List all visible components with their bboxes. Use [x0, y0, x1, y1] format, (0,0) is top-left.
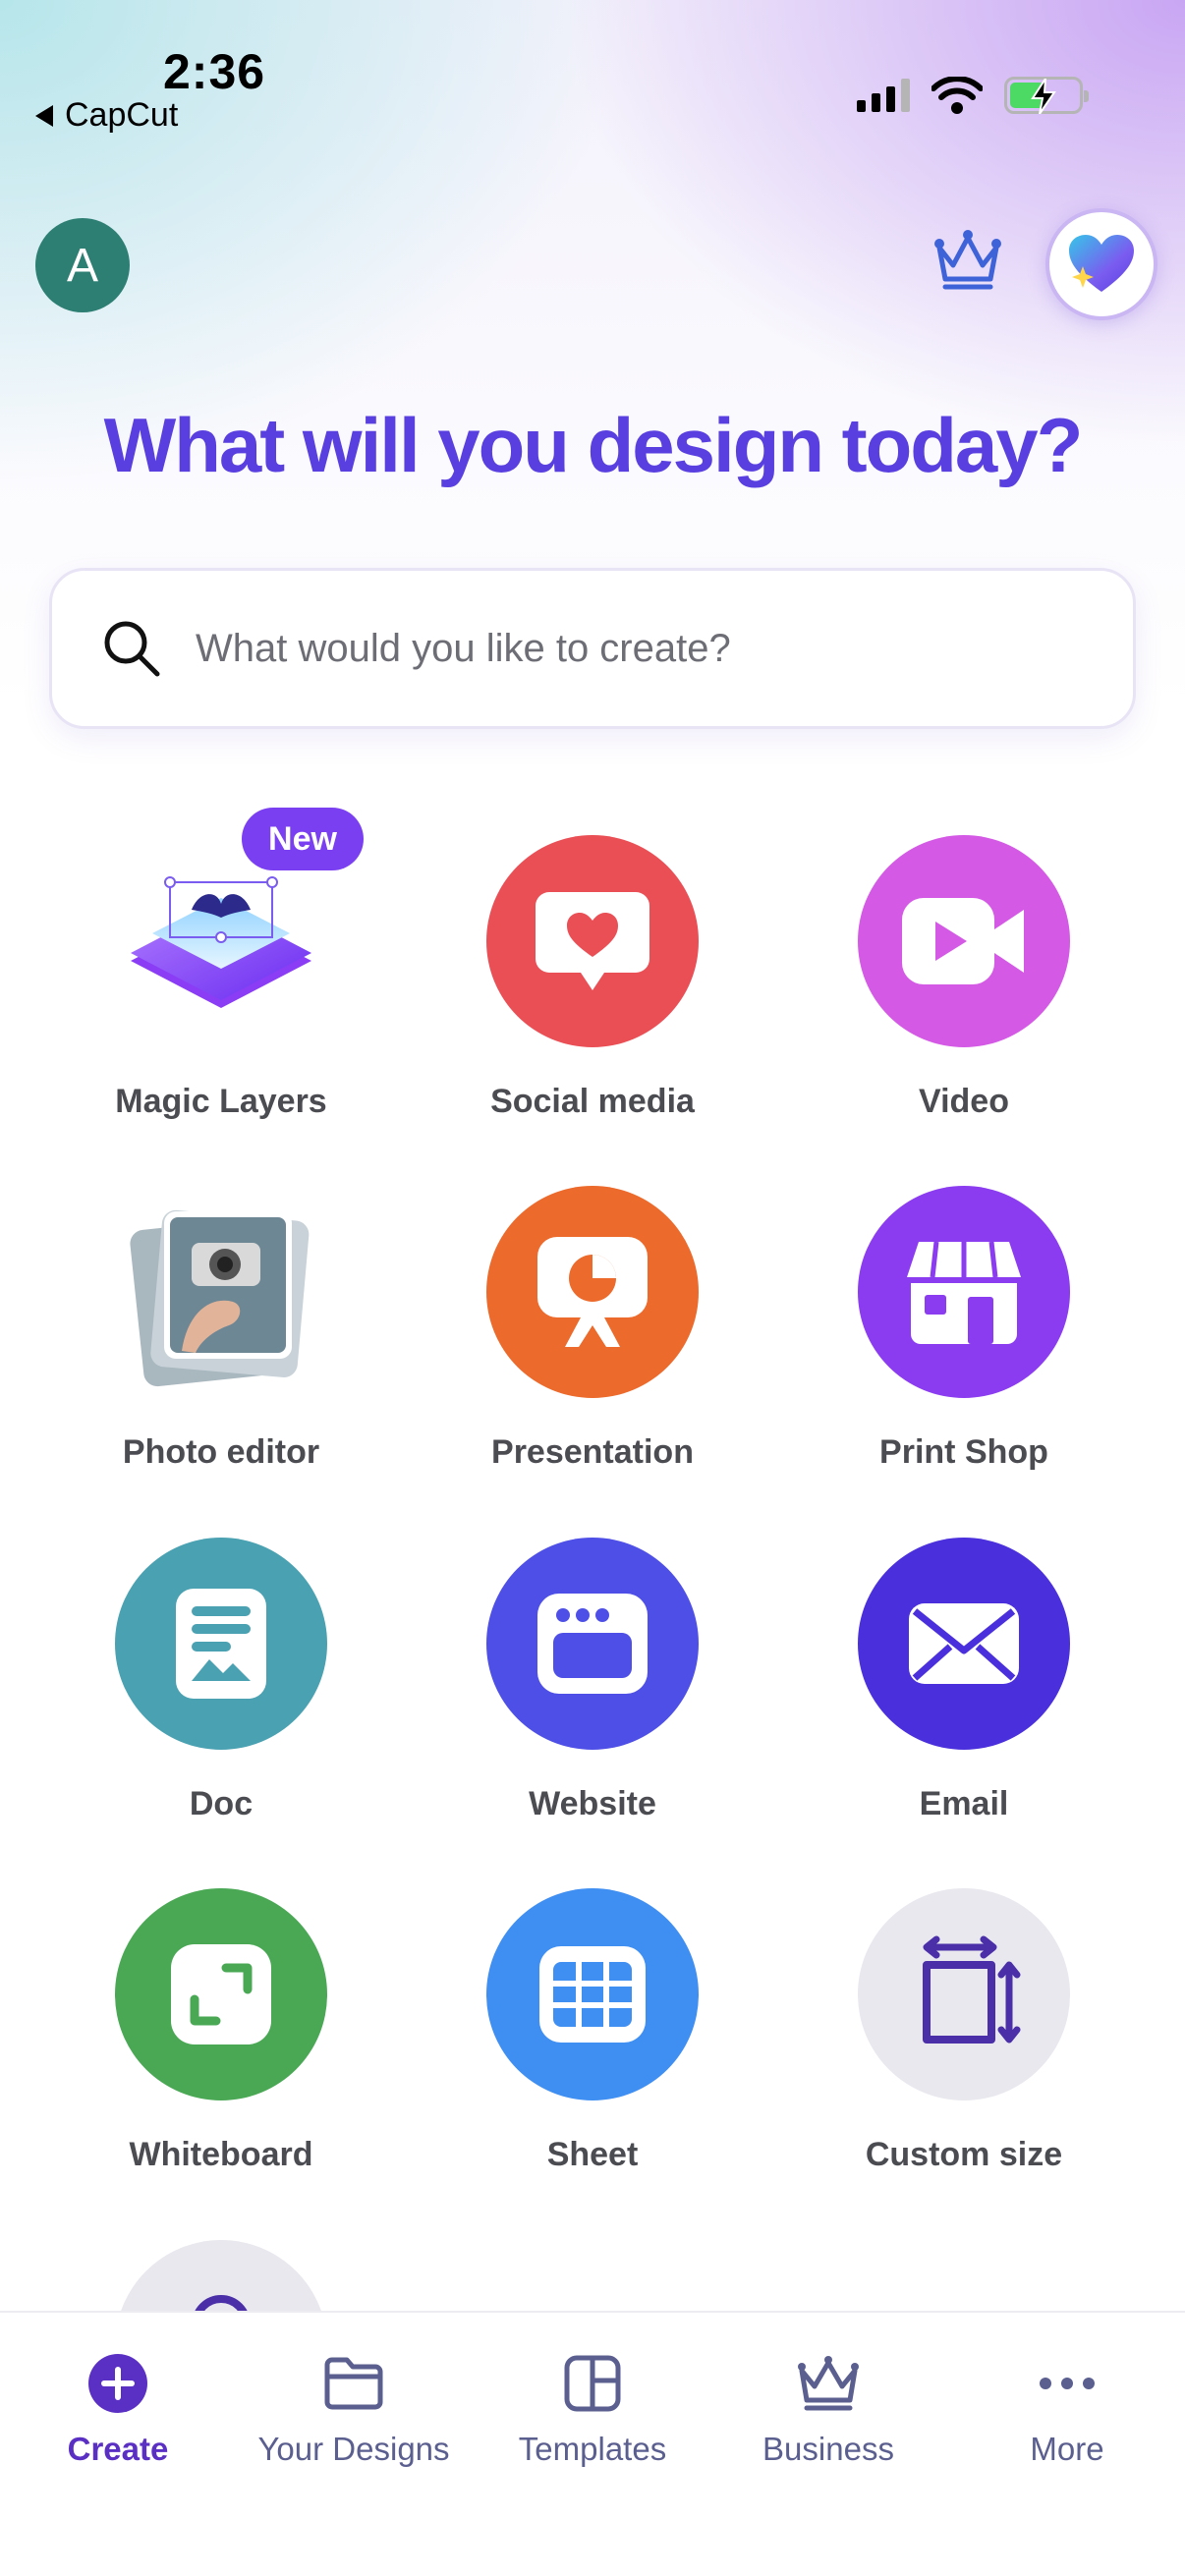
heart-speech-bubble-icon: [486, 835, 699, 1047]
nav-templates[interactable]: Templates: [475, 2350, 710, 2468]
nav-label: Your Designs: [257, 2431, 450, 2467]
crown-icon[interactable]: [933, 230, 1002, 291]
envelope-icon: [858, 1538, 1070, 1750]
presentation-easel-icon: [486, 1186, 699, 1398]
cellular-signal-icon: [857, 79, 910, 112]
create-screen: 2:36 CapCut A What will you design today…: [0, 0, 1185, 2576]
nav-your-designs[interactable]: Your Designs: [236, 2350, 472, 2468]
photo-editor-icon: [115, 1186, 327, 1398]
page-title: What will you design today?: [103, 402, 1084, 488]
nav-label: More: [1030, 2431, 1104, 2467]
status-indicators: [857, 77, 1089, 114]
table-grid-icon: [486, 1888, 699, 2100]
whiteboard-icon: [115, 1888, 327, 2100]
nav-label: Templates: [518, 2431, 667, 2467]
more-dots-icon: [1040, 2378, 1095, 2389]
folder-icon: [324, 2357, 383, 2410]
category-label: Whiteboard: [129, 2136, 313, 2173]
category-label: Video: [919, 1083, 1009, 1120]
avatar[interactable]: A: [35, 218, 130, 312]
nav-business[interactable]: Business: [710, 2350, 946, 2468]
resize-arrows-icon: [858, 1888, 1070, 2100]
category-label: Email: [919, 1785, 1009, 1822]
back-app-label: CapCut: [65, 96, 179, 134]
category-label: Doc: [189, 1785, 254, 1822]
nav-more[interactable]: More: [949, 2350, 1185, 2468]
storefront-icon: [858, 1186, 1070, 1398]
templates-icon: [564, 2355, 621, 2412]
category-label: Photo editor: [122, 1433, 320, 1471]
crown-icon: [798, 2356, 859, 2411]
nav-create[interactable]: Create: [0, 2350, 236, 2468]
nav-label: Create: [67, 2431, 169, 2467]
back-to-app-link[interactable]: CapCut: [35, 96, 178, 135]
wifi-icon: [931, 77, 983, 114]
category-label: Sheet: [546, 2136, 639, 2173]
status-time: 2:36: [163, 44, 266, 99]
back-triangle-icon: [35, 104, 53, 127]
category-label: Social media: [490, 1083, 695, 1120]
category-label: Custom size: [865, 2136, 1063, 2173]
browser-window-icon: [486, 1538, 699, 1750]
category-label: Presentation: [491, 1433, 694, 1471]
search-input-placeholder[interactable]: What would you like to create?: [196, 627, 731, 671]
battery-charging-icon: [1004, 77, 1089, 114]
search-bar[interactable]: What would you like to create?: [49, 568, 1136, 729]
document-icon: [115, 1538, 327, 1750]
plus-circle-icon: [88, 2354, 147, 2413]
video-camera-icon: [858, 835, 1070, 1047]
nav-label: Business: [762, 2431, 894, 2467]
sparkle-heart-icon: [1069, 235, 1134, 292]
new-badge: New: [242, 808, 364, 870]
category-label: Magic Layers: [115, 1083, 327, 1120]
bottom-nav: Create Your Designs Templates Business M…: [0, 2311, 1185, 2576]
premium-heart-button[interactable]: [1045, 208, 1157, 320]
category-label: Website: [529, 1785, 656, 1822]
category-label: Print Shop: [879, 1433, 1048, 1471]
search-icon: [104, 621, 160, 677]
